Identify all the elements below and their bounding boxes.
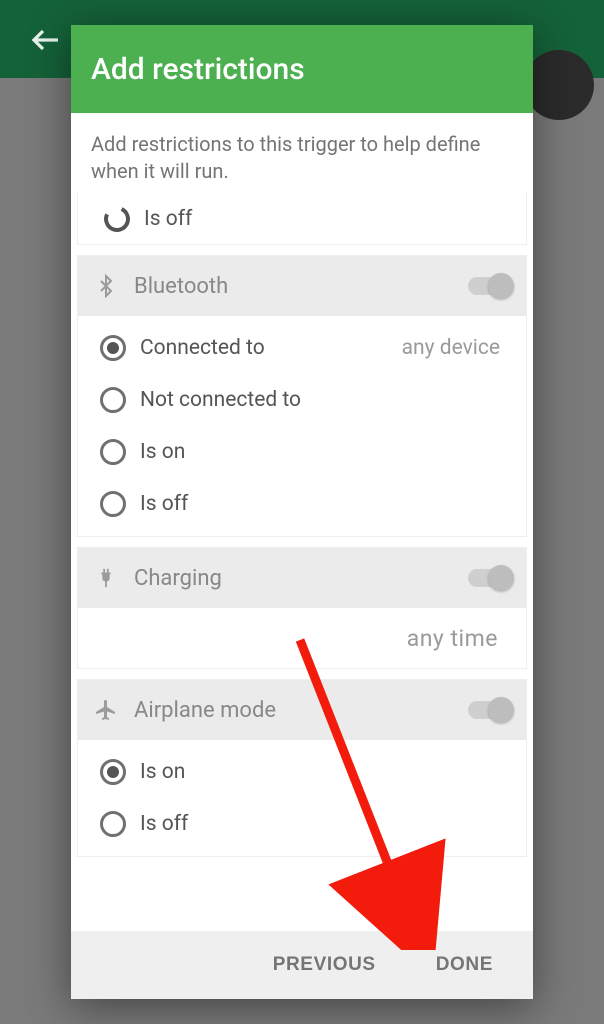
dialog-title: Add restrictions	[91, 52, 305, 87]
option-label: Is on	[140, 760, 185, 784]
dialog-body: Add restrictions to this trigger to help…	[71, 113, 533, 931]
add-restrictions-dialog: Add restrictions Add restrictions to thi…	[71, 25, 533, 999]
section-bluetooth: Bluetooth Connected to any device Not co…	[77, 255, 527, 537]
option-label: Not connected to	[140, 388, 301, 412]
dialog-footer: PREVIOUS DONE	[71, 931, 533, 999]
bluetooth-option-is-on[interactable]: Is on	[78, 426, 526, 478]
section-label: Airplane mode	[134, 698, 468, 723]
back-arrow-icon	[28, 22, 64, 58]
option-label: Is on	[140, 440, 185, 464]
radio-unselected-icon	[100, 811, 126, 837]
bluetooth-icon	[92, 272, 120, 300]
radio-unselected-icon	[100, 202, 133, 235]
radio-selected-icon	[100, 759, 126, 785]
section-header-charging[interactable]: Charging	[78, 548, 526, 608]
bluetooth-toggle[interactable]	[468, 277, 512, 295]
bluetooth-option-connected-to[interactable]: Connected to any device	[78, 322, 526, 374]
charging-value: any time	[407, 625, 498, 652]
section-header-bluetooth[interactable]: Bluetooth	[78, 256, 526, 316]
plug-icon	[92, 564, 120, 592]
option-label: Connected to	[140, 336, 265, 360]
dialog-header: Add restrictions	[71, 25, 533, 113]
airplane-toggle[interactable]	[468, 701, 512, 719]
background-fab	[524, 50, 594, 120]
previous-button[interactable]: PREVIOUS	[273, 954, 376, 976]
radio-selected-icon	[100, 335, 126, 361]
airplane-icon	[92, 696, 120, 724]
option-value: any device	[402, 336, 506, 360]
airplane-option-is-off[interactable]: Is off	[78, 798, 526, 850]
charging-toggle[interactable]	[468, 569, 512, 587]
charging-value-row[interactable]: any time	[78, 608, 526, 668]
section-charging: Charging any time	[77, 547, 527, 669]
radio-unselected-icon	[100, 387, 126, 413]
radio-unselected-icon	[100, 439, 126, 465]
previous-section-option-is-off[interactable]: Is off	[77, 193, 527, 245]
option-label: Is off	[144, 207, 192, 231]
dialog-description: Add restrictions to this trigger to help…	[71, 113, 533, 193]
section-label: Bluetooth	[134, 274, 468, 299]
bluetooth-option-not-connected-to[interactable]: Not connected to	[78, 374, 526, 426]
option-label: Is off	[140, 492, 188, 516]
airplane-option-is-on[interactable]: Is on	[78, 746, 526, 798]
option-label: Is off	[140, 812, 188, 836]
done-button[interactable]: DONE	[436, 954, 493, 976]
section-label: Charging	[134, 566, 468, 591]
section-airplane-mode: Airplane mode Is on Is off	[77, 679, 527, 857]
section-header-airplane[interactable]: Airplane mode	[78, 680, 526, 740]
radio-unselected-icon	[100, 491, 126, 517]
bluetooth-option-is-off[interactable]: Is off	[78, 478, 526, 530]
